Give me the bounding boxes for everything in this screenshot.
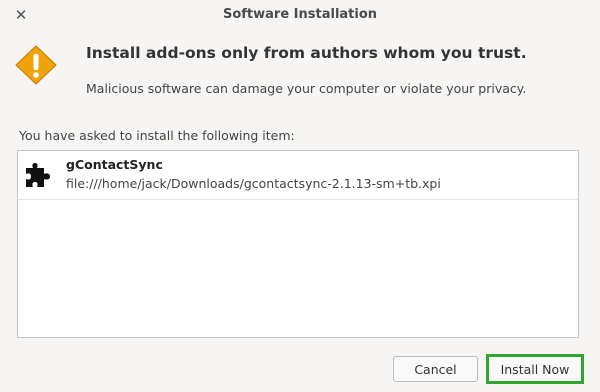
title-bar: ✕ Software Installation: [0, 0, 600, 30]
warning-icon: [15, 45, 57, 85]
puzzle-piece-icon: [26, 163, 50, 187]
addon-name: gContactSync: [66, 157, 163, 172]
install-list[interactable]: gContactSync file:///home/jack/Downloads…: [17, 150, 579, 338]
warning-headline: Install add-ons only from authors whom y…: [86, 44, 527, 62]
list-item[interactable]: gContactSync file:///home/jack/Downloads…: [18, 151, 578, 200]
addon-path: file:///home/jack/Downloads/gcontactsync…: [66, 176, 441, 191]
install-list-label: You have asked to install the following …: [19, 128, 295, 143]
warning-body: Malicious software can damage your compu…: [86, 81, 527, 96]
window-title: Software Installation: [222, 7, 378, 22]
install-now-button[interactable]: Install Now: [486, 354, 584, 384]
cancel-button[interactable]: Cancel: [393, 356, 478, 382]
